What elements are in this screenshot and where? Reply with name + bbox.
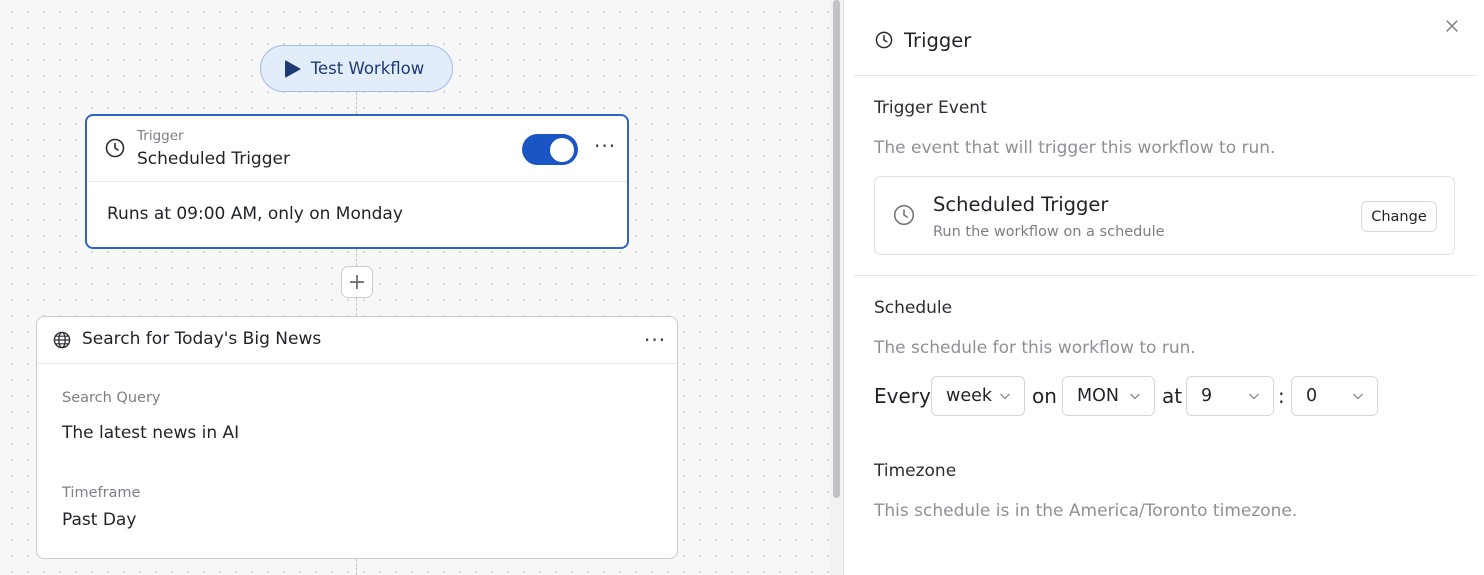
chevron-down-icon xyxy=(1128,388,1142,408)
trigger-node-header: Trigger Scheduled Trigger ··· xyxy=(87,116,627,182)
divider xyxy=(854,75,1476,76)
section-heading: Trigger Event xyxy=(874,98,987,118)
trigger-settings-panel: Trigger Trigger Event The event that wil… xyxy=(845,0,1484,575)
day-value: MON xyxy=(1077,386,1119,406)
clock-icon xyxy=(875,31,893,53)
search-node-header: Search for Today's Big News ··· xyxy=(37,317,677,364)
trigger-enabled-toggle[interactable] xyxy=(522,134,578,165)
field-label: Search Query xyxy=(62,390,161,406)
add-step-button[interactable]: + xyxy=(341,266,373,298)
hour-select[interactable]: 9 xyxy=(1186,376,1274,416)
minute-select[interactable]: 0 xyxy=(1291,376,1378,416)
section-description: The schedule for this workflow to run. xyxy=(874,338,1196,358)
field-value: Past Day xyxy=(62,510,137,530)
workflow-canvas[interactable]: Test Workflow Trigger Scheduled Trigger … xyxy=(0,0,830,575)
section-heading: Timezone xyxy=(874,461,957,481)
trigger-summary: Runs at 09:00 AM, only on Monday xyxy=(107,204,403,224)
frequency-value: week xyxy=(946,386,992,406)
frequency-select[interactable]: week xyxy=(931,376,1025,416)
clock-icon xyxy=(893,204,915,230)
close-icon[interactable] xyxy=(1445,14,1459,39)
play-icon xyxy=(284,59,301,78)
clock-icon xyxy=(105,138,125,162)
scrollbar-thumb[interactable] xyxy=(833,0,840,498)
field-label: Timeframe xyxy=(62,485,141,501)
section-heading: Schedule xyxy=(874,298,953,318)
connector-line xyxy=(356,298,357,316)
day-select[interactable]: MON xyxy=(1062,376,1155,416)
field-value: The latest news in AI xyxy=(62,423,240,443)
chevron-down-icon xyxy=(1247,388,1261,408)
test-workflow-button[interactable]: Test Workflow xyxy=(260,45,453,92)
more-options-icon[interactable]: ··· xyxy=(644,330,666,350)
on-label: on xyxy=(1032,384,1057,408)
hour-value: 9 xyxy=(1201,386,1213,406)
connector-line xyxy=(356,249,357,266)
globe-icon xyxy=(53,331,71,353)
change-trigger-button[interactable]: Change xyxy=(1361,201,1437,232)
section-description: This schedule is in the America/Toronto … xyxy=(874,501,1298,521)
connector-line xyxy=(356,92,357,114)
panel-title: Trigger xyxy=(904,29,972,52)
trigger-node[interactable]: Trigger Scheduled Trigger ··· Runs at 09… xyxy=(85,114,629,249)
trigger-subtitle: Run the workflow on a schedule xyxy=(933,224,1165,240)
colon-separator: : xyxy=(1278,384,1285,408)
test-workflow-label: Test Workflow xyxy=(310,59,425,78)
plus-icon: + xyxy=(347,269,367,295)
at-label: at xyxy=(1162,384,1183,408)
more-options-icon[interactable]: ··· xyxy=(594,136,616,156)
selected-trigger-card: Scheduled Trigger Run the workflow on a … xyxy=(874,176,1455,255)
node-title: Search for Today's Big News xyxy=(82,329,322,349)
minute-value: 0 xyxy=(1306,386,1318,406)
search-node[interactable]: Search for Today's Big News ··· Search Q… xyxy=(36,316,678,559)
divider xyxy=(854,275,1476,276)
section-description: The event that will trigger this workflo… xyxy=(874,138,1276,158)
node-title: Scheduled Trigger xyxy=(137,149,290,169)
chevron-down-icon xyxy=(1351,388,1365,408)
node-type-label: Trigger xyxy=(137,128,184,144)
chevron-down-icon xyxy=(998,388,1012,408)
toggle-knob xyxy=(550,137,574,162)
trigger-title: Scheduled Trigger xyxy=(933,193,1109,216)
every-label: Every xyxy=(874,384,931,408)
connector-line xyxy=(356,559,357,575)
